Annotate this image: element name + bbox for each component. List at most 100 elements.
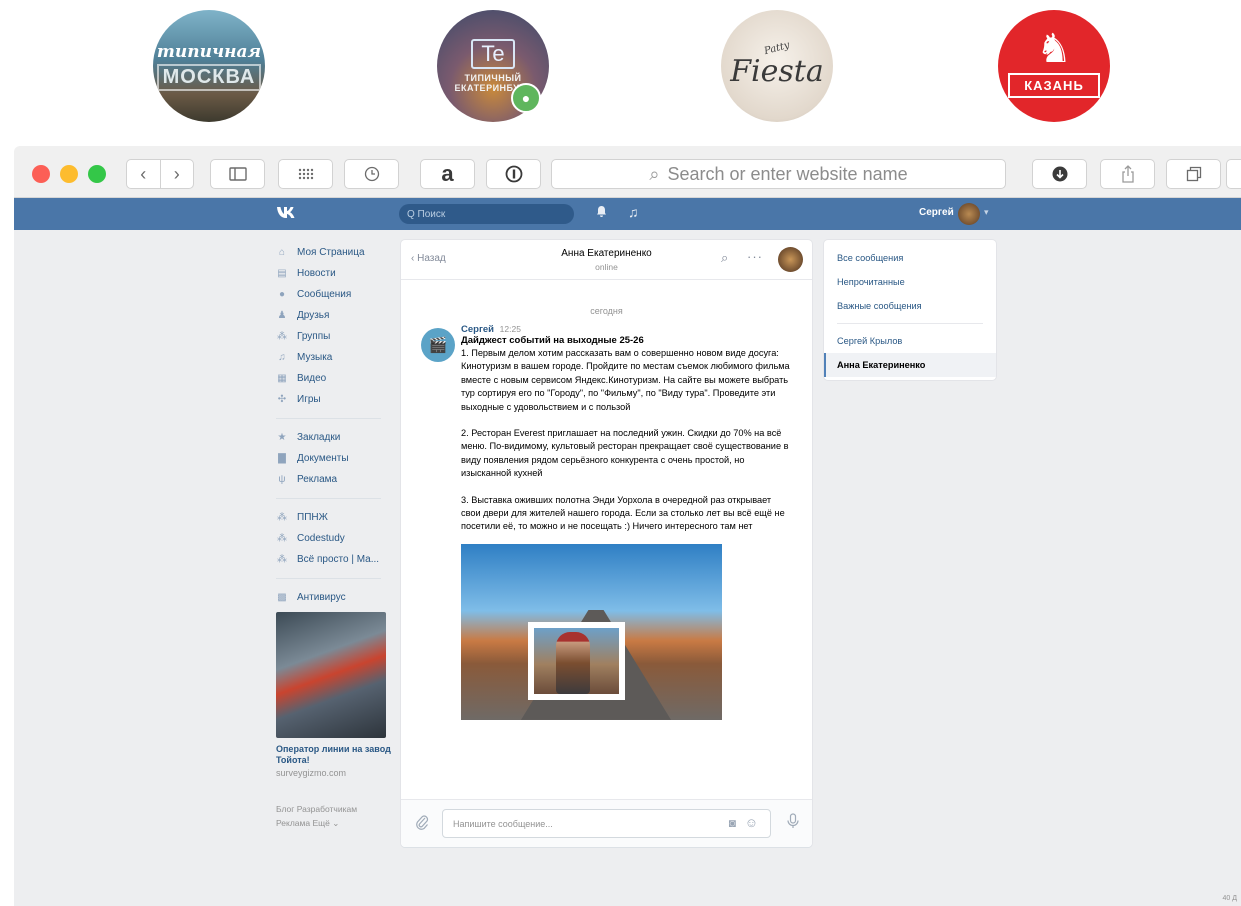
back-arrow-icon[interactable]: ‹ [127,164,160,185]
grid-icon [298,168,313,180]
logo-text: ТИПИЧНЫЙ [464,73,522,83]
paperclip-icon[interactable] [415,814,429,834]
menu-item-ads[interactable]: ψ Реклама [276,469,391,490]
photo-person [556,631,590,694]
star-icon: ★ [277,432,287,443]
ad-source[interactable]: surveygizmo.com [276,768,391,778]
smile-icon[interactable]: ☺ [745,815,758,830]
header-user-name[interactable]: Сергей [919,207,954,218]
filter-all-messages[interactable]: Все сообщения [824,246,996,270]
maximize-window-button[interactable] [88,165,106,183]
menu-item-groups[interactable]: ⁂ Группы [276,326,391,347]
menu-item-my-page[interactable]: ⌂ Моя Страница [276,242,391,263]
downloads-button[interactable] [1032,159,1087,189]
menu-item-label: Музыка [297,352,333,363]
clapperboard-icon[interactable]: 🎬 [421,328,455,362]
filter-unread[interactable]: Непрочитанные [824,270,996,294]
contact-avatar[interactable] [778,247,803,272]
games-icon: ✣ [277,394,287,405]
menu-divider [276,498,381,499]
message-author-row: Сергей 12:25 [461,324,791,335]
menu-item-label: Антивирус [297,592,346,603]
message-body: Сергей 12:25 Дайджест событий на выходны… [461,324,791,720]
message: 🎬 Сергей 12:25 Дайджест событий на выход… [421,324,791,720]
tabs-overview-button[interactable] [1166,159,1221,189]
footer-line[interactable]: Блог Разработчикам [276,802,391,816]
password-manager-button[interactable] [486,159,541,189]
menu-item-news[interactable]: ▤ Новости [276,263,391,284]
history-button[interactable] [344,159,399,189]
message-author[interactable]: Сергей [461,324,494,335]
group-icon: ⁂ [277,533,287,544]
logo-ribbon: КАЗАНЬ [1008,72,1100,98]
news-icon: ▤ [277,268,287,279]
ad-image[interactable] [276,612,386,738]
browser-toolbar: ‹ › a ⌕ Search or enter website name [14,146,1241,198]
ad-title[interactable]: Оператор линии на завод Тойота! [276,744,391,766]
amazon-icon: a [441,161,454,186]
footer-links: Блог Разработчикам Реклама Ещё ⌄ [276,802,391,830]
camera-icon[interactable]: ◙ [729,816,736,830]
menu-item-friends[interactable]: ♟ Друзья [276,305,391,326]
share-button[interactable] [1100,159,1155,189]
corner-text: 40 Д [1222,895,1237,902]
clock-icon [364,166,379,182]
chat-panel: ‹ Назад Анна Екатериненко online ⌕ ··· с… [401,240,812,847]
header-avatar[interactable] [958,203,980,225]
forward-arrow-icon[interactable]: › [161,164,194,185]
new-tab-button[interactable] [1226,159,1241,189]
left-menu: ⌂ Моя Страница ▤ Новости ● Сообщения ♟ Друзь… [276,242,391,830]
search-icon[interactable]: ⌕ [721,250,728,266]
download-icon [1052,166,1067,182]
logo-fiesta: Patty Fiesta [721,10,833,122]
microphone-icon[interactable] [787,813,799,833]
menu-item-games[interactable]: ✣ Игры [276,389,391,410]
address-placeholder: Search or enter website name [667,163,908,184]
location-pin-icon: ● [511,83,541,113]
logo-text: типичная [156,41,262,62]
footer-line[interactable]: Реклама Ещё ⌄ [276,816,391,830]
address-bar[interactable]: ⌕ Search or enter website name [551,159,1006,189]
menu-item-label: Друзья [297,310,330,321]
message-input[interactable]: Напишите сообщение... ◙ ☺ [442,809,771,838]
logo-text: МОСКВА [156,63,262,91]
minimize-window-button[interactable] [60,165,78,183]
music-icon: ♫ [278,352,286,363]
conversation-item-active[interactable]: Анна Екатериненко [824,353,996,377]
document-icon: ▇ [278,453,286,464]
notifications-bell-icon[interactable] [596,205,607,220]
chevron-down-icon[interactable]: ▾ [984,207,989,218]
logo-kazan: ♞ КАЗАНЬ [998,10,1110,122]
more-icon[interactable]: ··· [747,249,763,264]
menu-item-bookmarks[interactable]: ★ Закладки [276,427,391,448]
top-sites-button[interactable] [278,159,333,189]
conversation-item[interactable]: Сергей Крылов [824,329,996,353]
music-note-icon[interactable]: ♫ [628,204,639,220]
group-icon: ⁂ [277,512,287,523]
menu-item-ppnzh[interactable]: ⁂ ППНЖ [276,507,391,528]
menu-item-codestudy[interactable]: ⁂ Codestudy [276,528,391,549]
menu-item-messages[interactable]: ● Сообщения [276,284,391,305]
sidebar-toggle-button[interactable] [210,159,265,189]
menu-item-music[interactable]: ♫ Музыка [276,347,391,368]
menu-item-documents[interactable]: ▇ Документы [276,448,391,469]
logo-text: Fiesta [730,54,824,89]
groups-icon: ⁂ [277,331,287,342]
ads-icon: ψ [278,474,286,485]
message-paragraph: 1. Первым делом хотим рассказать вам о с… [461,348,790,412]
logo-badge: Te [471,39,515,69]
menu-item-label: Группы [297,331,331,342]
nav-buttons: ‹ › [126,159,194,189]
amazon-button[interactable]: a [420,159,475,189]
message-paragraph: 2. Ресторан Everest приглашает на послед… [461,428,789,479]
menu-item-video[interactable]: ▦ Видео [276,368,391,389]
horse-rider-icon: ♞ [1036,26,1072,71]
menu-item-antivirus[interactable]: ▩ Антивирус [276,587,391,608]
menu-item-vse-prosto[interactable]: ⁂ Всё просто | Ма... [276,549,391,570]
vk-logo[interactable] [276,204,298,224]
vk-search-input[interactable]: Q Поиск [399,204,574,224]
message-photo[interactable] [461,543,722,720]
close-window-button[interactable] [32,165,50,183]
menu-item-label: Закладки [297,432,341,443]
filter-important[interactable]: Важные сообщения [824,294,996,318]
